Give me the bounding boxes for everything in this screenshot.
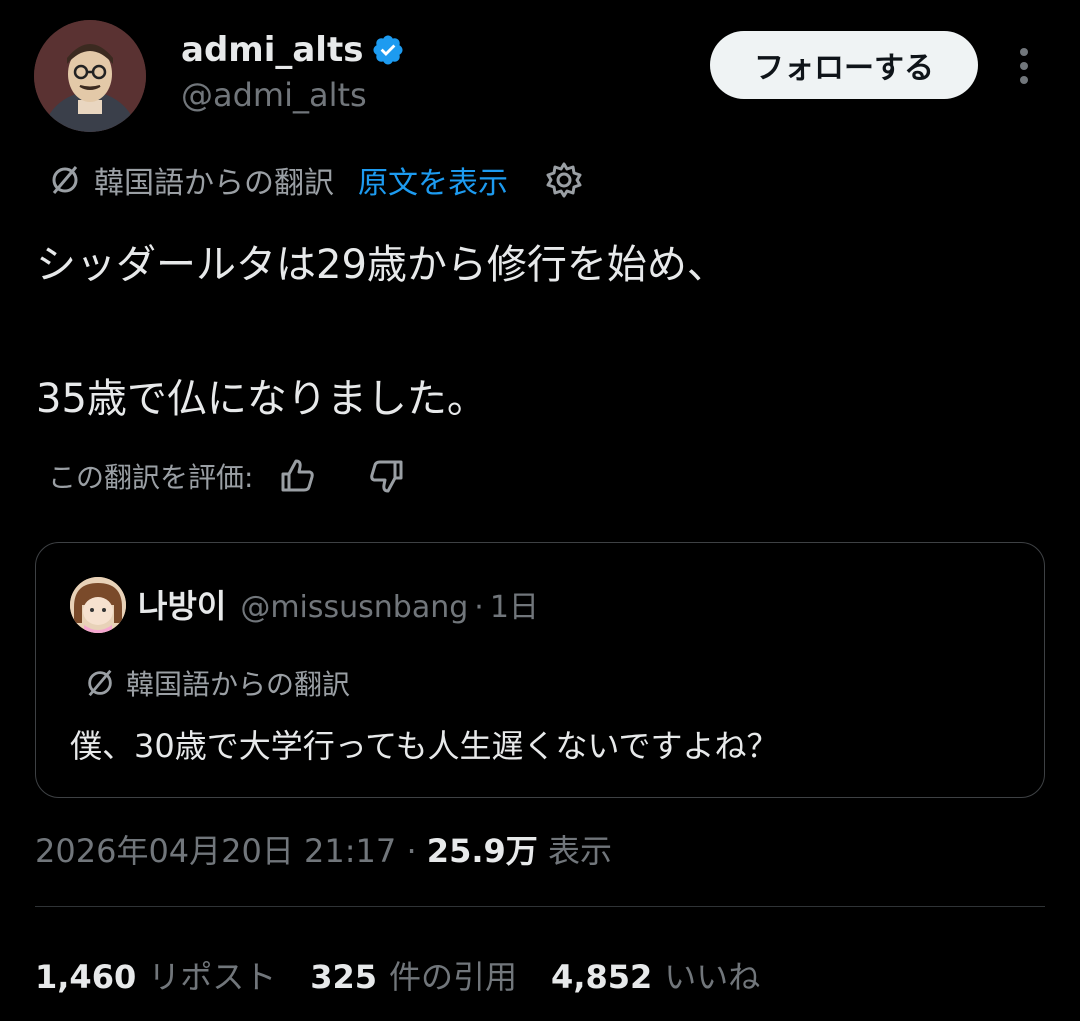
views-label: 表示 <box>547 832 612 870</box>
quoted-translation-label: 韓国語からの翻訳 <box>126 668 351 701</box>
quote-label: 件の引用 <box>389 958 518 996</box>
rate-translation-row: この翻訳を評価: <box>48 456 407 496</box>
quoted-tweet-card[interactable]: 나방이 @missusnbang · 1日 韓国語からの翻訳 僕、30歳で大学行… <box>35 542 1045 798</box>
tweet-meta-row: 2026年04月20日 21:17 · 25.9万 表示 <box>35 826 612 872</box>
like-count: 4,852 <box>551 958 653 996</box>
quoted-author-handle[interactable]: @missusnbang <box>240 590 468 625</box>
verified-badge-icon <box>373 35 403 65</box>
stat-reposts[interactable]: 1,460 リポスト <box>35 952 276 998</box>
translate-icon <box>52 166 78 194</box>
gear-icon[interactable] <box>544 160 584 200</box>
tweet-text-line1: シッダールタは29歳から修行を始め、 <box>36 242 727 288</box>
author-display-name[interactable]: admi_alts <box>181 30 363 70</box>
repost-count: 1,460 <box>35 958 137 996</box>
follow-button[interactable]: フォローする <box>710 31 978 99</box>
author-avatar[interactable] <box>34 20 146 132</box>
tweet-text-line2: 35歳で仏になりました。 <box>36 376 487 422</box>
translation-row: 韓国語からの翻訳 原文を表示 <box>48 158 584 202</box>
thumbs-up-icon[interactable] <box>277 456 317 496</box>
translate-icon <box>88 669 112 697</box>
quoted-separator: · <box>474 590 484 625</box>
translation-source-label: 韓国語からの翻訳 <box>94 166 334 201</box>
quoted-translation-row: 韓国語からの翻訳 <box>84 663 350 703</box>
thumbs-down-icon[interactable] <box>367 456 407 496</box>
quoted-timestamp[interactable]: 1日 <box>490 582 539 626</box>
quoted-tweet-header: 나방이 @missusnbang · 1日 <box>138 581 539 627</box>
stat-quotes[interactable]: 325 件の引用 <box>310 952 517 998</box>
quote-count: 325 <box>310 958 378 996</box>
views-count: 25.9万 <box>426 832 538 870</box>
tweet-timestamp[interactable]: 2026年04月20日 21:17 <box>35 832 396 870</box>
quoted-tweet-text: 僕、30歳で大学行っても人生遅くないですよね？ <box>70 727 779 765</box>
meta-separator: · <box>396 832 427 870</box>
rate-translation-label: この翻訳を評価: <box>48 461 254 494</box>
author-name-row[interactable]: admi_alts <box>181 30 405 70</box>
quoted-author-name[interactable]: 나방이 <box>138 581 226 627</box>
stat-likes[interactable]: 4,852 いいね <box>551 952 760 998</box>
show-original-link[interactable]: 原文を表示 <box>358 158 508 202</box>
quoted-author-avatar[interactable] <box>70 577 126 633</box>
repost-label: リポスト <box>148 958 277 996</box>
more-options-icon[interactable] <box>1010 44 1038 88</box>
like-label: いいね <box>664 958 761 996</box>
divider <box>35 906 1045 907</box>
engagement-stats: 1,460 リポスト 325 件の引用 4,852 いいね <box>35 952 794 998</box>
author-handle[interactable]: @admi_alts <box>181 76 367 114</box>
